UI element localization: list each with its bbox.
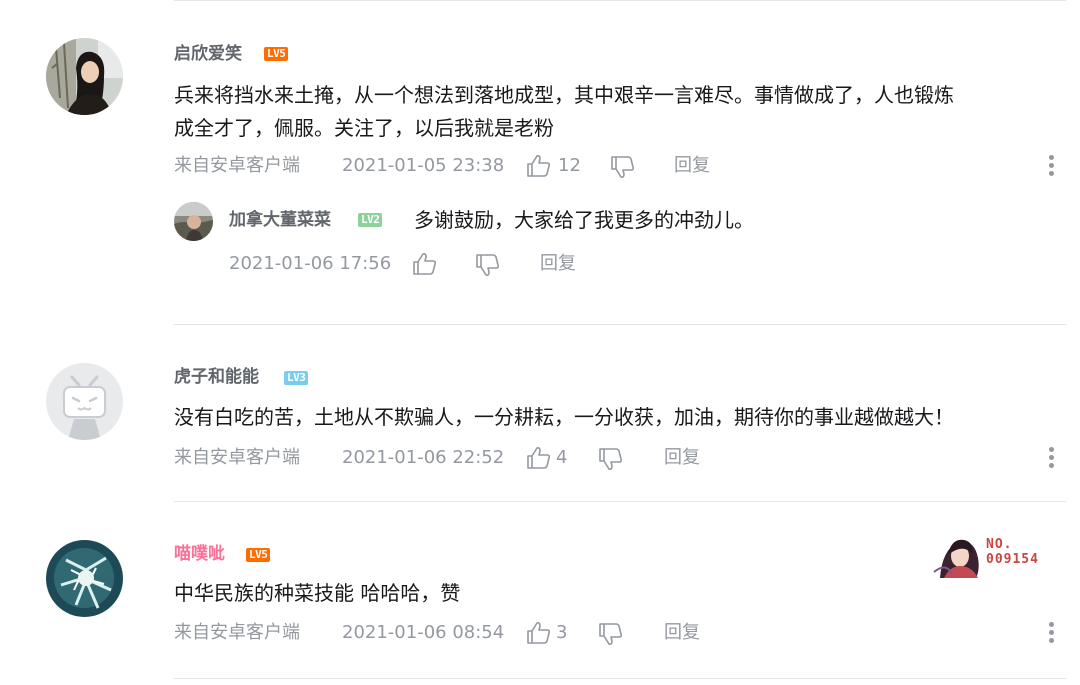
divider: [174, 324, 1066, 325]
reply-button[interactable]: 回复: [664, 621, 700, 645]
like-count: 3: [556, 622, 568, 643]
like-button[interactable]: [526, 621, 552, 645]
comment-time: 2021-01-05 23:38: [342, 155, 505, 176]
thumbs-down-icon: [476, 254, 500, 276]
source-label: 来自安卓客户端: [174, 447, 300, 468]
avatar[interactable]: [46, 363, 123, 440]
comment-list: 启欣爱笑 LV5 兵来将挡水来土掩，从一个想法到落地成型，其中艰辛一言难尽。事情…: [0, 0, 1080, 685]
thumbs-up-icon: [527, 447, 551, 469]
username[interactable]: 启欣爱笑: [174, 43, 242, 65]
reply-button[interactable]: 回复: [664, 446, 700, 470]
reply-avatar[interactable]: [174, 202, 213, 241]
divider: [174, 0, 1066, 1]
divider: [174, 501, 1066, 502]
like-count: 4: [556, 447, 568, 468]
comment-text-line: 兵来将挡水来土掩，从一个想法到落地成型，其中艰辛一言难尽。事情做成了，人也锻炼: [174, 83, 954, 107]
reply-button[interactable]: 回复: [674, 154, 710, 178]
comment-text: 中华民族的种菜技能 哈哈哈，赞: [174, 581, 461, 605]
avatar[interactable]: [46, 540, 123, 617]
fan-badge-number-value: 009154: [986, 552, 1039, 567]
comment-time: 2021-01-06 08:54: [342, 622, 505, 643]
thumbs-up-icon: [527, 155, 551, 177]
fan-badge-number: NO. 009154: [986, 537, 1039, 567]
dislike-button[interactable]: [598, 447, 624, 471]
level-badge: LV5: [264, 47, 289, 61]
like-button[interactable]: [526, 154, 552, 178]
thumbs-up-icon: [413, 253, 437, 275]
avatar[interactable]: [46, 38, 123, 115]
source-label: 来自安卓客户端: [174, 622, 300, 643]
more-options-icon[interactable]: [1047, 622, 1055, 648]
username[interactable]: 喵噗呲: [174, 543, 225, 565]
like-count: 12: [558, 155, 581, 176]
fan-badge-pendant: [930, 528, 985, 578]
dislike-button[interactable]: [610, 155, 636, 179]
level-badge: LV3: [284, 371, 309, 385]
dislike-button[interactable]: [475, 253, 501, 277]
comment-text-line: 成全才了，佩服。关注了，以后我就是老粉: [174, 116, 554, 140]
comment-text: 兵来将挡水来土掩，从一个想法到落地成型，其中艰辛一言难尽。事情做成了，人也锻炼 …: [174, 79, 1064, 145]
like-button[interactable]: [526, 446, 552, 470]
reply-time: 2021-01-06 17:56: [229, 253, 392, 274]
like-button[interactable]: [412, 252, 438, 276]
level-badge: LV5: [246, 548, 271, 562]
reply-text: 多谢鼓励，大家给了我更多的冲劲儿。: [414, 208, 754, 232]
thumbs-down-icon: [611, 156, 635, 178]
source-label: 来自安卓客户端: [174, 155, 300, 176]
thumbs-up-icon: [527, 622, 551, 644]
more-options-icon[interactable]: [1047, 447, 1055, 473]
comment-time: 2021-01-06 22:52: [342, 447, 505, 468]
more-options-icon[interactable]: [1047, 155, 1055, 181]
level-badge: LV2: [358, 213, 383, 227]
comment-text: 没有白吃的苦，土地从不欺骗人，一分耕耘，一分收获，加油，期待你的事业越做越大！: [174, 405, 954, 429]
thumbs-down-icon: [599, 448, 623, 470]
divider: [174, 678, 1066, 679]
thumbs-down-icon: [599, 623, 623, 645]
reply-button[interactable]: 回复: [540, 252, 576, 276]
dislike-button[interactable]: [598, 622, 624, 646]
reply-username[interactable]: 加拿大董菜菜: [229, 209, 331, 231]
fan-badge-number-label: NO.: [986, 537, 1013, 552]
username[interactable]: 虎子和能能: [174, 366, 259, 388]
anime-character-icon: [933, 539, 979, 578]
